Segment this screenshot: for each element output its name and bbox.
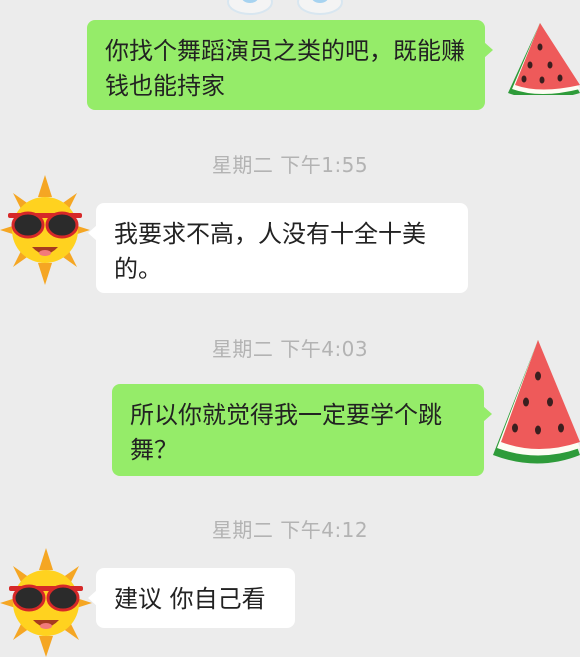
sun-sunglasses-avatar-icon[interactable] [0,175,90,285]
timestamp: 星期二 下午1:55 [211,153,369,177]
watermelon-avatar-icon[interactable] [493,340,580,465]
watermelon-avatar-icon[interactable] [500,15,580,95]
top-decoration-icon [227,0,343,15]
message-bubble-sent[interactable]: 你找个舞蹈演员之类的吧，既能赚钱也能持家 [87,20,493,110]
timestamp: 星期二 下午4:12 [211,518,369,542]
message-bubble-received[interactable]: 我要求不高，人没有十全十美的。 [88,203,468,293]
message-bubble-sent[interactable]: 所以你就觉得我一定要学个跳舞？ [112,384,492,476]
chat-window: 你找个舞蹈演员之类的吧，既能赚钱也能持家 星期二 下午1:55 我要求不高，人没… [0,0,580,657]
message-bubble-received[interactable]: 建议 你自己看 [88,568,295,628]
sun-sunglasses-avatar-icon[interactable] [0,548,92,657]
